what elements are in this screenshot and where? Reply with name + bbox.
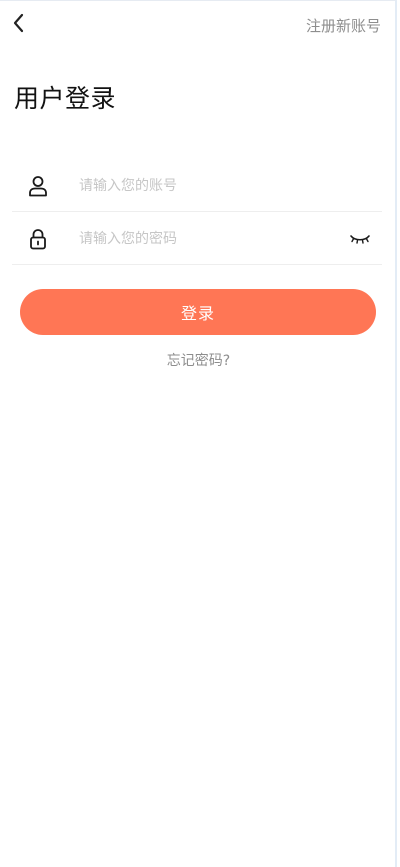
register-link[interactable]: 注册新账号 [306, 15, 381, 36]
login-page: 注册新账号 用户登录 请输入您的账号 登录 忘记密码? [0, 0, 397, 867]
login-button[interactable]: 登录 [20, 289, 376, 335]
account-input[interactable] [79, 168, 329, 204]
user-icon [26, 174, 50, 198]
page-title: 用户登录 [14, 84, 117, 113]
eye-closed-icon [350, 234, 370, 244]
back-button[interactable] [8, 11, 28, 35]
forgot-password-link[interactable]: 忘记密码? [0, 350, 397, 370]
chevron-left-icon [13, 13, 24, 33]
lock-icon [26, 227, 50, 251]
password-visibility-toggle[interactable] [348, 231, 372, 247]
password-field-row [12, 213, 382, 265]
account-field-row [12, 160, 382, 212]
password-input[interactable] [79, 221, 329, 257]
